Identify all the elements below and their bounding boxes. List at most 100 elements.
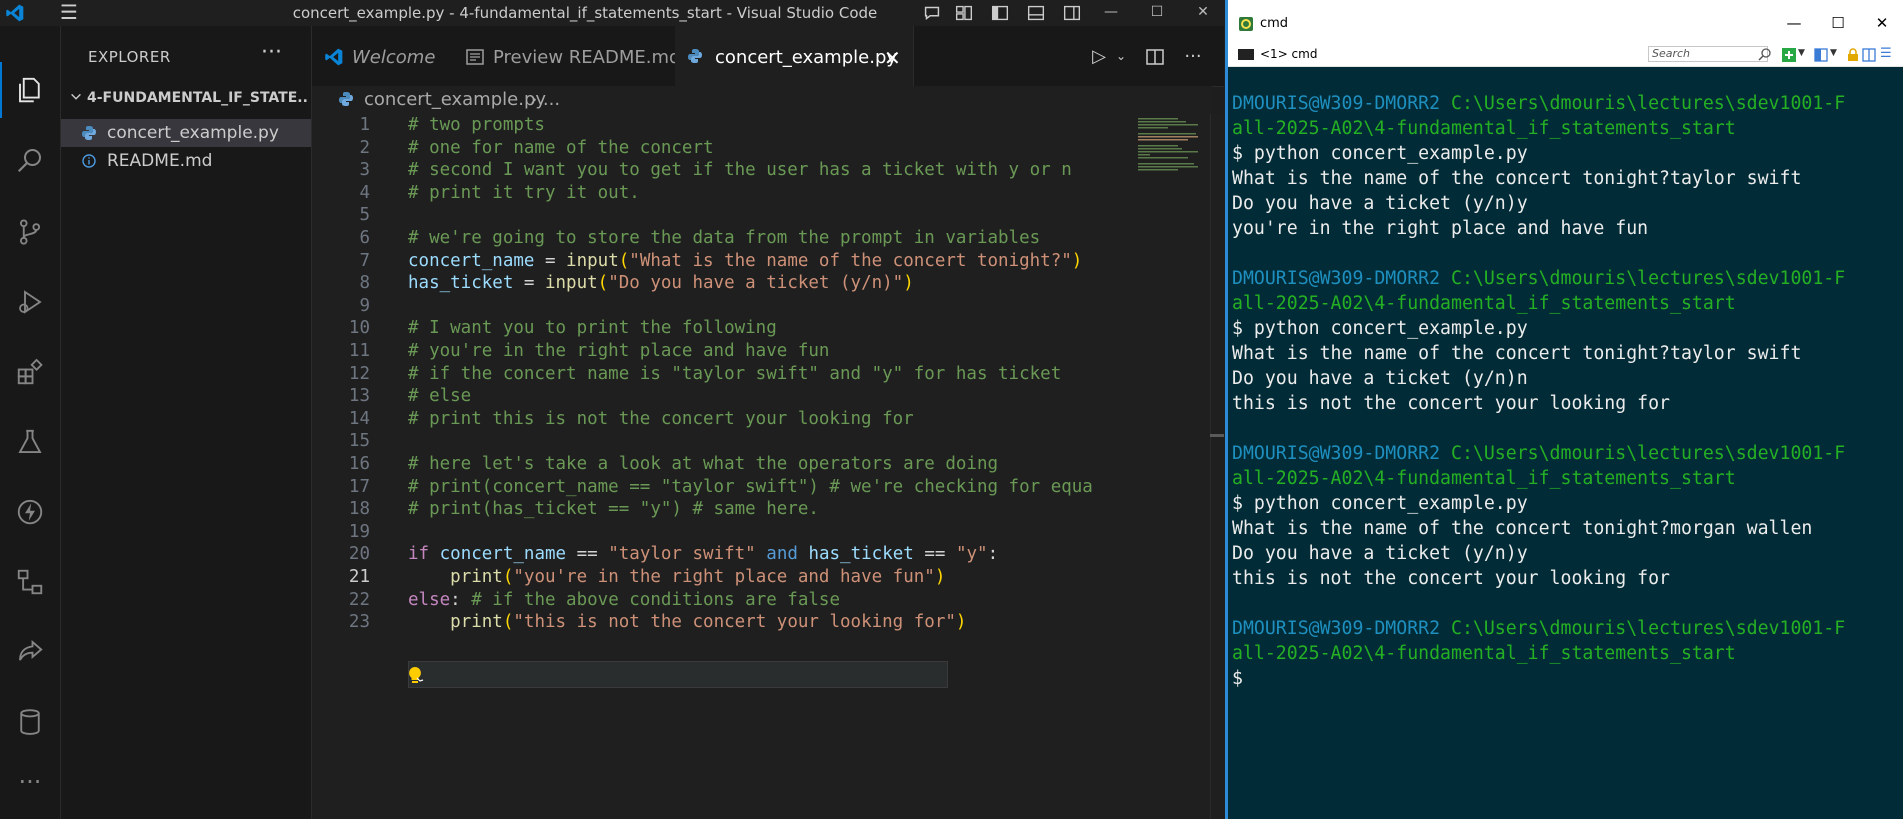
cmd-tab[interactable]: <1> cmd [1238, 46, 1328, 63]
split-editor-icon[interactable] [1144, 46, 1166, 68]
remote-explorer-icon[interactable] [0, 554, 60, 610]
vertical-scrollbar[interactable] [1210, 114, 1224, 819]
code-token: == [566, 544, 609, 565]
breadcrumb-file[interactable]: concert_example.py [364, 89, 546, 110]
file-item-readme[interactable]: README.md [61, 147, 311, 175]
code-line[interactable]: 23 print("this is not the concert your l… [312, 609, 1130, 636]
file-item-concert-example[interactable]: concert_example.py [61, 119, 311, 147]
python-file-icon [339, 92, 353, 106]
prompt-path: C:\Users\dmouris\lectures\sdev1001-F [1451, 268, 1846, 289]
breadcrumb-rest[interactable]: › ... [530, 89, 560, 110]
console-line: $ python concert_example.py [1232, 493, 1528, 514]
console-line: DMOURIS@W309-DMORR2 C:\Users\dmouris\lec… [1232, 441, 1845, 467]
console-line: Do you have a ticket (y/n)n [1232, 368, 1528, 389]
more-actions-icon[interactable]: ··· [1182, 46, 1204, 68]
code-token: # one for name of the concert [408, 137, 714, 158]
toggle-secondary-sidebar-icon[interactable] [1060, 2, 1084, 24]
cmd-minimize-button[interactable]: — [1774, 14, 1814, 32]
code-token: has_ticket [408, 273, 514, 294]
code-token: ( [502, 567, 514, 587]
code-token: print [450, 567, 503, 587]
code-token: : [450, 589, 472, 610]
tab-welcome[interactable]: Welcome [312, 26, 454, 86]
menu-icon[interactable]: ☰ [1880, 46, 1894, 61]
console-icon [1238, 49, 1254, 60]
chevron-down-icon[interactable]: ⌄ [1110, 49, 1132, 71]
cmd-tab-label: <1> cmd [1260, 47, 1318, 61]
tab-preview-readme[interactable]: Preview README.md [453, 26, 680, 86]
folder-name: 4-FUNDAMENTAL_IF_STATE... [87, 90, 309, 106]
customize-layout-icon[interactable] [952, 2, 976, 24]
console-line: $ [1232, 668, 1243, 689]
console-line: What is the name of the concert tonight?… [1232, 518, 1813, 539]
search-icon[interactable] [1758, 47, 1772, 61]
cmd-close-button[interactable]: ✕ [1862, 14, 1902, 32]
prompt-path: all-2025-A02\4-fundamental_if_statements… [1232, 643, 1736, 664]
tab-concert-example[interactable]: concert_example.py ✕ [675, 26, 914, 86]
cmd-window: cmd — ☐ ✕ <1> cmd Search ▼ ▼ ☰ DMOURIS@W… [1225, 0, 1903, 819]
code-token: if [408, 544, 430, 565]
toggle-panel-icon[interactable] [1024, 2, 1048, 24]
code-token: : [987, 544, 999, 565]
testing-icon[interactable] [0, 414, 60, 470]
tab-close-icon[interactable]: ✕ [884, 46, 901, 70]
code-editor[interactable]: 1 # two prompts 2 # one for name of the con… [312, 114, 1130, 819]
explorer-more-button[interactable]: ··· [261, 40, 282, 65]
code-token: # if the concert name is "taylor swift" … [408, 363, 1062, 384]
code-token: ( [618, 250, 630, 271]
toggle-primary-sidebar-icon[interactable] [988, 2, 1012, 24]
new-console-icon[interactable] [1782, 48, 1796, 62]
code-token: = [513, 273, 545, 294]
menu-icon[interactable]: ☰ [56, 2, 82, 24]
code-token: concert_name [439, 544, 567, 565]
dropdown-icon[interactable]: ▼ [1798, 48, 1812, 62]
cmd-maximize-button[interactable]: ☐ [1818, 14, 1858, 32]
console-line: $ python concert_example.py [1232, 143, 1528, 164]
cmd-search-input[interactable]: Search [1648, 46, 1768, 62]
prompt-user: DMOURIS@W309-DMORR2 [1232, 93, 1441, 114]
minimize-button[interactable]: — [1088, 0, 1134, 26]
console-output[interactable]: DMOURIS@W309-DMORR2 C:\Users\dmouris\lec… [1228, 66, 1903, 819]
lightning-icon[interactable] [0, 484, 60, 540]
code-token: "y" [955, 544, 988, 565]
editor-tab-bar: Welcome Preview README.md concert_exampl… [312, 26, 1224, 87]
source-control-icon[interactable] [0, 204, 60, 260]
extensions-icon[interactable] [0, 344, 60, 400]
close-button[interactable]: ✕ [1180, 0, 1224, 26]
share-icon[interactable] [0, 624, 60, 680]
search-icon[interactable] [0, 132, 60, 188]
code-token: # print(concert_name == "taylor swift") … [408, 476, 1093, 497]
code-token: = [534, 250, 567, 271]
prompt-path: C:\Users\dmouris\lectures\sdev1001-F [1451, 93, 1846, 114]
window-title: concert_example.py - 4-fundamental_if_st… [292, 4, 878, 22]
split-icon[interactable] [1862, 48, 1876, 62]
dropdown-icon[interactable]: ▼ [1830, 48, 1844, 62]
scrollbar-cursor-marker [1210, 434, 1224, 437]
code-token: # print it try it out. [408, 182, 640, 203]
console-line: Do you have a ticket (y/n)y [1232, 543, 1528, 564]
run-and-debug-icon[interactable] [0, 274, 60, 330]
database-icon[interactable] [0, 694, 60, 750]
minimap[interactable] [1130, 114, 1210, 819]
layout-icon[interactable] [1814, 48, 1828, 62]
maximize-button[interactable]: ☐ [1134, 0, 1180, 26]
more-icon[interactable]: ··· [0, 754, 60, 810]
tab-label: Preview README.md [493, 47, 681, 68]
code-token: # if the above conditions are false [471, 589, 840, 610]
lock-icon[interactable] [1846, 48, 1860, 62]
lightbulb-icon[interactable] [405, 665, 425, 685]
copilot-icon[interactable] [920, 2, 944, 24]
line-number: 23 [348, 612, 370, 633]
code-token: ( [502, 612, 514, 633]
code-token: # else [408, 386, 472, 407]
tab-label: concert_example.py [715, 47, 898, 68]
console-line: all-2025-A02\4-fundamental_if_statements… [1232, 116, 1736, 142]
title-bar: ☰ concert_example.py - 4-fundamental_if_… [0, 0, 1224, 27]
explorer-icon[interactable] [0, 62, 60, 118]
chevron-down-icon [71, 93, 81, 100]
code-token: "taylor swift" [608, 544, 756, 565]
prompt-user: DMOURIS@W309-DMORR2 [1232, 443, 1441, 464]
folder-row[interactable]: 4-FUNDAMENTAL_IF_STATE... [61, 87, 311, 111]
run-icon[interactable]: ▷ [1088, 46, 1110, 68]
prompt-path: C:\Users\dmouris\lectures\sdev1001-F [1451, 443, 1846, 464]
